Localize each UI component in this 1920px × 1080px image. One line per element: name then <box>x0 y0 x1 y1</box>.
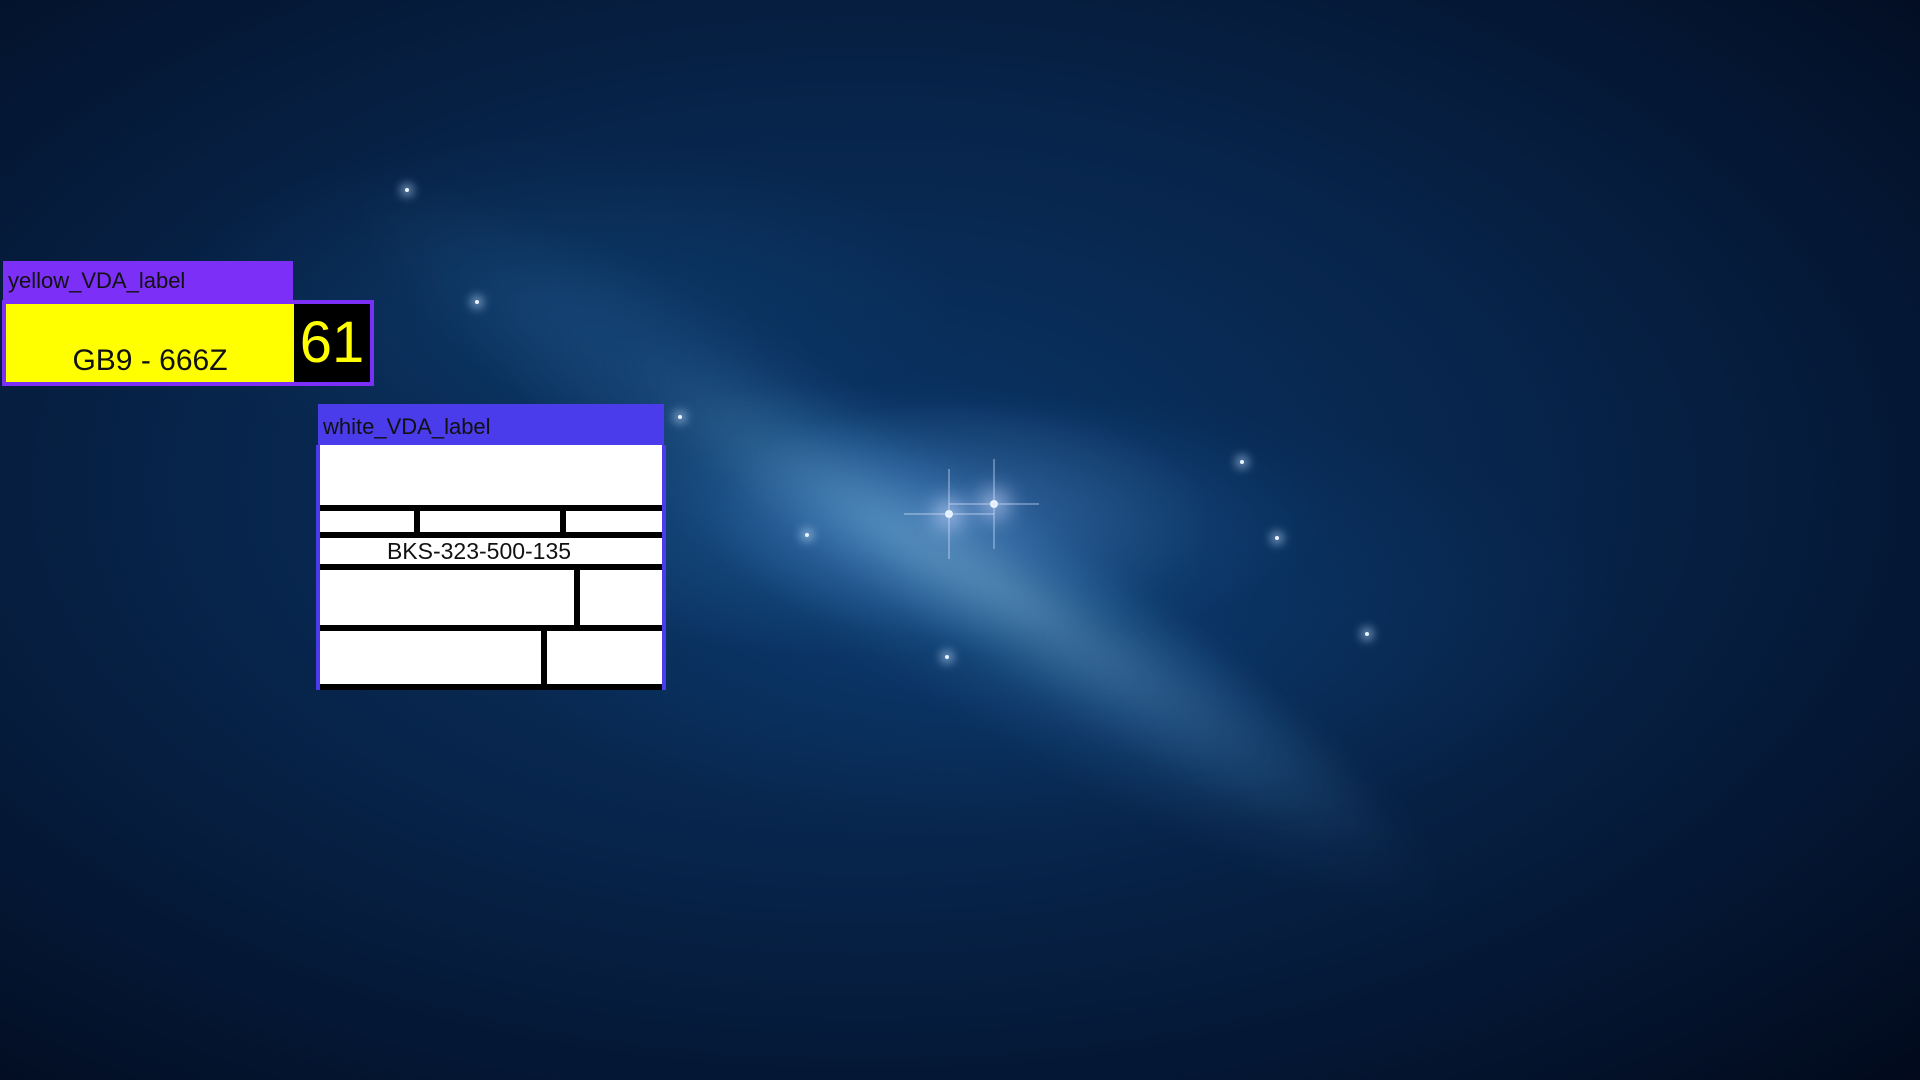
label-divider <box>414 511 420 532</box>
yellow-label-number: 61 <box>294 304 370 382</box>
white-label-widget[interactable]: BKS-323-500-135 <box>316 445 666 690</box>
star <box>678 415 682 419</box>
star <box>1275 536 1279 540</box>
yellow-plate: GB9 - 666Z <box>6 304 294 382</box>
nebula-core <box>591 287 1429 903</box>
star <box>405 188 409 192</box>
label-divider <box>560 511 566 532</box>
label-rule <box>320 505 662 511</box>
label-divider <box>574 570 580 625</box>
star <box>1365 632 1369 636</box>
bright-star <box>945 510 953 518</box>
yellow-label-title[interactable]: yellow_VDA_label <box>3 261 293 301</box>
label-rule <box>320 625 662 631</box>
label-rule <box>320 684 662 690</box>
label-divider <box>541 631 547 690</box>
star <box>945 655 949 659</box>
star <box>1240 460 1244 464</box>
white-label-title[interactable]: white_VDA_label <box>318 404 664 446</box>
star <box>475 300 479 304</box>
bright-star <box>990 500 998 508</box>
yellow-label-widget[interactable]: GB9 - 666Z 61 <box>2 300 374 386</box>
white-label-code: BKS-323-500-135 <box>386 538 572 564</box>
star <box>805 533 809 537</box>
yellow-plate-text: GB9 - 666Z <box>72 344 228 377</box>
label-rule <box>320 564 662 570</box>
